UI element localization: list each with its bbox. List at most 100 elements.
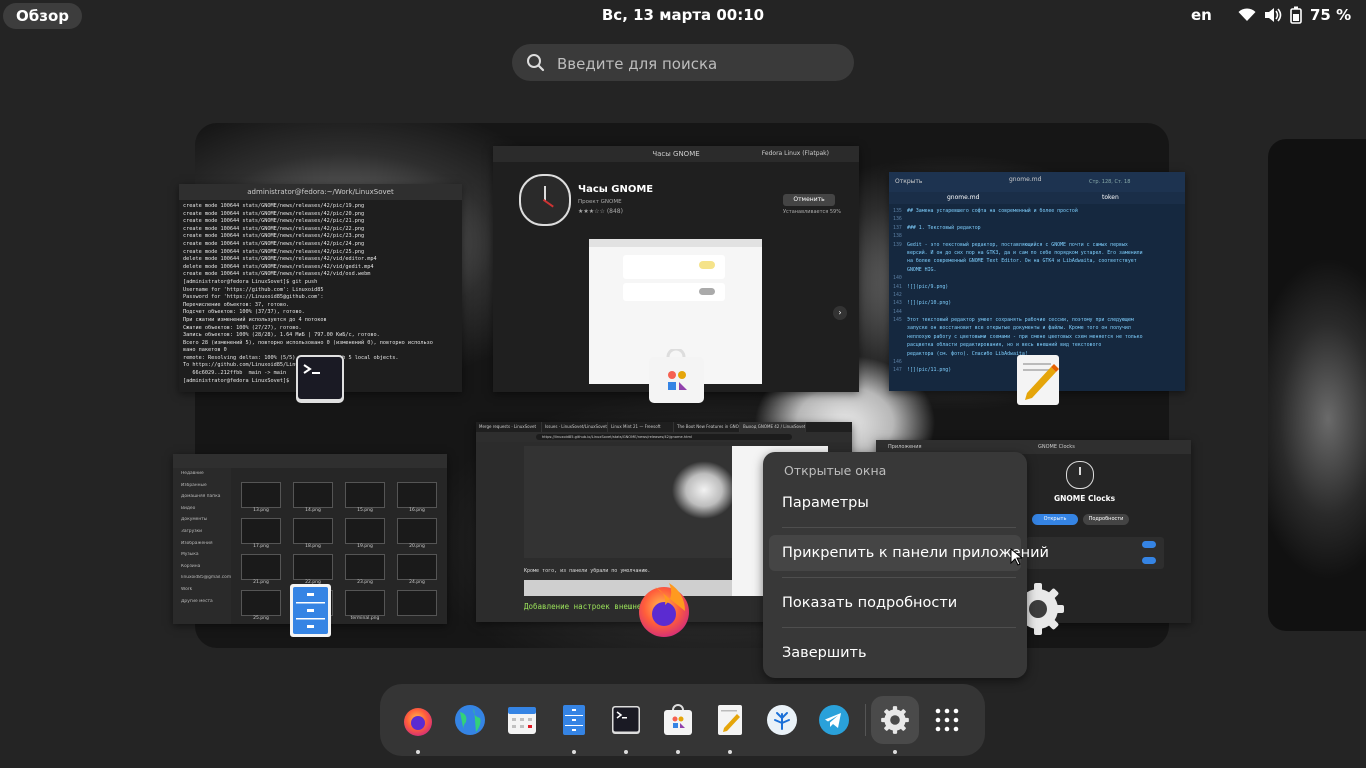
system-menu[interactable]: 75 % xyxy=(1238,6,1351,24)
ocean-app-icon xyxy=(767,705,797,735)
files-sidebar-item[interactable]: Документы xyxy=(173,517,231,529)
menu-item-show-details[interactable]: Показать подробности xyxy=(769,585,1021,621)
file-item[interactable]: 16.png xyxy=(391,480,443,516)
dash-software[interactable] xyxy=(654,696,702,754)
file-name: 19.png xyxy=(357,544,373,549)
dash-calendar[interactable] xyxy=(498,696,546,744)
file-item[interactable]: 14.png xyxy=(287,480,339,516)
file-item[interactable]: 24.png xyxy=(391,552,443,588)
file-thumbnail xyxy=(345,554,385,580)
workspace-next[interactable] xyxy=(1268,139,1366,631)
wifi-icon xyxy=(1238,8,1256,21)
firefox-tab[interactable]: Выход GNOME 42 / LinuxSovet xyxy=(740,422,806,432)
files-sidebar-item[interactable]: Корзина xyxy=(173,564,231,576)
file-item[interactable]: 17.png xyxy=(235,516,287,552)
menu-item-settings-window[interactable]: Параметры xyxy=(769,485,1021,521)
file-name: 25.png xyxy=(253,616,269,621)
dash-firefox[interactable] xyxy=(394,696,442,754)
clocks-details-button[interactable]: Подробности xyxy=(1083,514,1129,525)
files-sidebar-item[interactable]: Work xyxy=(173,587,231,599)
menu-item-quit[interactable]: Завершить xyxy=(769,635,1021,671)
files-sidebar-item[interactable]: Музыка xyxy=(173,552,231,564)
search-entry[interactable] xyxy=(512,44,854,83)
file-item[interactable]: 23.png xyxy=(339,552,391,588)
files-sidebar-item[interactable]: Другие места xyxy=(173,599,231,611)
file-thumbnail xyxy=(397,518,437,544)
terminal-line: create mode 100644 stats/GNOME/news/rele… xyxy=(183,218,365,225)
terminal-line: create mode 100644 stats/GNOME/news/rele… xyxy=(183,225,365,232)
files-sidebar-item[interactable]: Изображения xyxy=(173,541,231,553)
clocks-toggle-2[interactable] xyxy=(1142,557,1156,564)
terminal-line: create mode 100644 stats/GNOME/news/rele… xyxy=(183,233,365,240)
file-item[interactable]: 19.png xyxy=(339,516,391,552)
files-sidebar-item[interactable]: Избранные xyxy=(173,483,231,495)
files-app-icon xyxy=(289,583,332,642)
file-name: 17.png xyxy=(253,544,269,549)
editor-line-number: 142 xyxy=(893,291,902,298)
firefox-tab[interactable]: The Boot New Features in GNOME 42 xyxy=(674,422,740,432)
search-input[interactable] xyxy=(555,44,849,83)
rating-count: (848) xyxy=(606,208,623,215)
files-sidebar-item[interactable]: Недавние xyxy=(173,471,231,483)
firefox-tab[interactable]: Linux Mint 21 — Freesoft xyxy=(608,422,674,432)
file-thumbnail xyxy=(241,590,281,616)
clocks-app-name: GNOME Clocks xyxy=(1054,494,1116,503)
terminal-line: delete mode 100644 stats/GNOME/news/rele… xyxy=(183,256,377,263)
files-sidebar: Недавние Избранные Домашняя папка Видео Доку… xyxy=(173,468,231,624)
editor-line-number: 147 xyxy=(893,367,902,374)
file-thumbnail xyxy=(293,482,333,508)
dash-telegram[interactable] xyxy=(810,696,858,744)
editor-tab-token[interactable]: token xyxy=(1102,192,1119,204)
store-app-name: Часы GNOME xyxy=(578,184,654,195)
editor-line-text: ### 1. Текстовый редактор xyxy=(907,224,981,231)
date-time-button[interactable]: Вс, 13 марта 00:10 xyxy=(602,6,764,24)
files-sidebar-item[interactable]: Видео xyxy=(173,506,231,518)
dash-web-browser[interactable] xyxy=(446,696,494,744)
file-item[interactable]: 15.png xyxy=(339,480,391,516)
rating-stars-icon: ★★★☆☆ xyxy=(578,208,605,215)
editor-open-button[interactable]: Открыть xyxy=(895,174,922,190)
clocks-toggle-1[interactable] xyxy=(1142,541,1156,548)
firefox-url-bar[interactable]: https://linuxoid85.github.io/LinuxSovet/… xyxy=(536,434,792,440)
terminal-line: вано пакетов 0 xyxy=(183,347,227,354)
editor-line: расцветка области редактирования, но и в… xyxy=(893,341,1181,349)
editor-line-text: ![](pic/11.png) xyxy=(907,367,952,374)
file-item[interactable]: terminal.png xyxy=(339,588,391,624)
editor-text-area[interactable]: 135 ## Замена устаревшего софта на соврем… xyxy=(889,204,1185,378)
firefox-tabs: Merge requests · LinuxSovet Issues · Linu… xyxy=(476,422,852,432)
file-item[interactable] xyxy=(391,588,443,624)
file-item[interactable]: 21.png xyxy=(235,552,287,588)
editor-cursor-position: Стр. 128, Ст. 18 xyxy=(1089,179,1131,185)
file-name: 20.png xyxy=(409,544,425,549)
dash-settings[interactable] xyxy=(871,696,919,754)
activities-button[interactable]: Обзор xyxy=(3,3,82,29)
dash-text-editor[interactable] xyxy=(706,696,754,754)
firefox-tab[interactable]: Issues · LinuxSovet/LinuxSovet xyxy=(542,422,608,432)
keyboard-layout-indicator[interactable]: en xyxy=(1191,6,1212,24)
file-item[interactable]: 13.png xyxy=(235,480,287,516)
files-sidebar-item[interactable]: linuxoid85@gmail.com xyxy=(173,575,231,587)
dash-show-apps[interactable] xyxy=(923,696,971,744)
editor-tab-gnome[interactable]: gnome.md xyxy=(947,192,979,204)
file-item[interactable]: 18.png xyxy=(287,516,339,552)
editor-line-number: 138 xyxy=(893,233,902,240)
file-thumbnail xyxy=(345,590,385,616)
dash-terminal[interactable] xyxy=(602,696,650,754)
terminal-titlebar: administrator@fedora:~/Work/LinuxSovet xyxy=(179,184,462,200)
clocks-open-button[interactable]: Открыть xyxy=(1032,514,1078,525)
dash-files[interactable] xyxy=(550,696,598,754)
file-name: 13.png xyxy=(253,508,269,513)
files-sidebar-item[interactable]: Домашняя папка xyxy=(173,494,231,506)
chevron-right-icon[interactable]: › xyxy=(833,306,847,320)
search-icon xyxy=(527,54,545,72)
editor-line: 142 xyxy=(893,291,1181,299)
firefox-tab[interactable]: Merge requests · LinuxSovet xyxy=(476,422,542,432)
editor-line-number: 137 xyxy=(893,224,902,231)
files-sidebar-item[interactable]: Загрузки xyxy=(173,529,231,541)
menu-item-pin-to-dash[interactable]: Прикрепить к панели приложений xyxy=(769,535,1049,571)
file-thumbnail xyxy=(397,482,437,508)
store-cancel-button[interactable]: Отменить xyxy=(783,194,835,206)
dash-ocean-app[interactable] xyxy=(758,696,806,744)
file-item[interactable]: 20.png xyxy=(391,516,443,552)
file-item[interactable]: 25.png xyxy=(235,588,287,624)
